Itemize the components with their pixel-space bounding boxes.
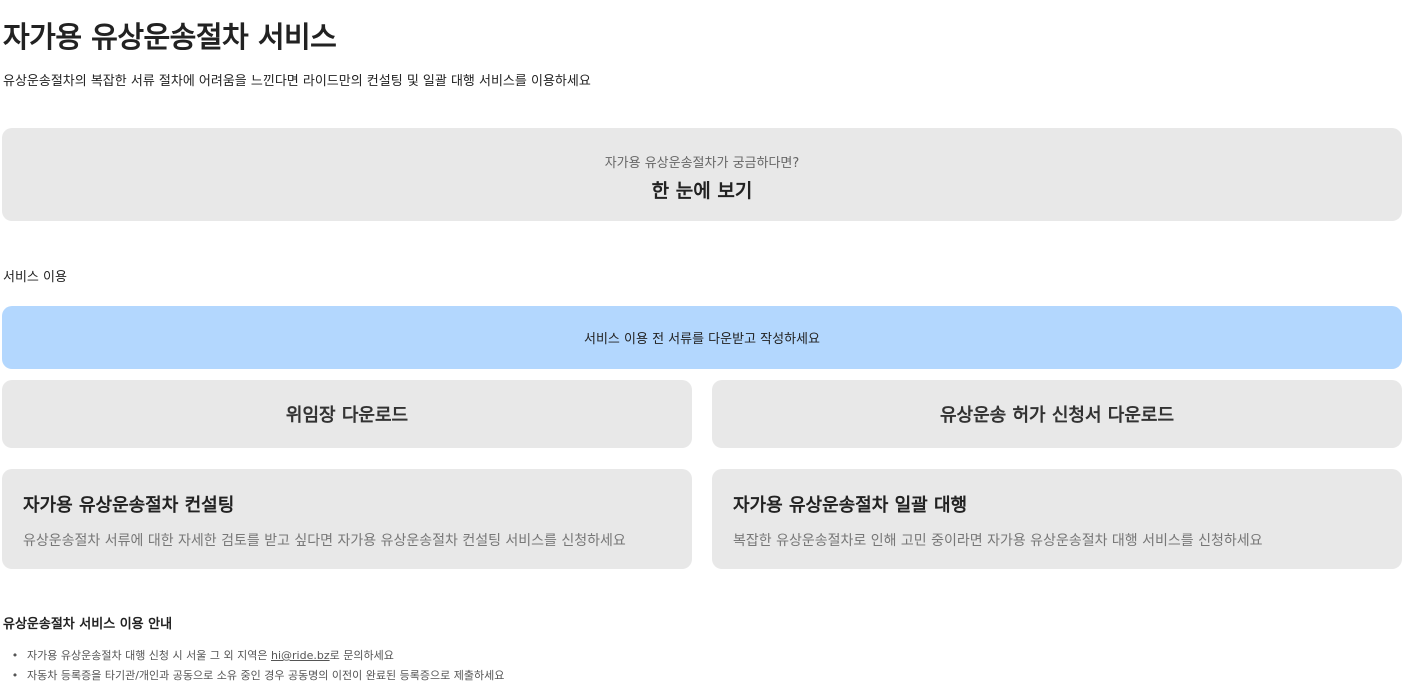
- guide-item: • 자가용 유상운송절차 대행 신청 시 서울 그 외 지역은 hi@ride.b…: [3, 646, 504, 666]
- bullet-icon: •: [11, 669, 19, 682]
- guide-item: • 자동차 등록증을 타기관/개인과 공동으로 소유 중인 경우 공동명의 이전이…: [3, 666, 505, 686]
- download-notice-bar: 서비스 이용 전 서류를 다운받고 작성하세요: [2, 306, 1402, 369]
- agency-service-title: 자가용 유상운송절차 일괄 대행: [733, 495, 968, 516]
- overview-cta-link[interactable]: 한 눈에 보기: [2, 176, 1402, 203]
- guide-item-text: 자동차 등록증을 타기관/개인과 공동으로 소유 중인 경우 공동명의 이전이 …: [27, 669, 505, 682]
- page-subtitle: 유상운송절차의 복잡한 서류 절차에 어려움을 느낀다면 라이드만의 컨설팅 및…: [3, 74, 591, 89]
- overview-card[interactable]: 자가용 유상운송절차가 궁금하다면? 한 눈에 보기: [2, 128, 1402, 221]
- guide-title: 유상운송절차 서비스 이용 안내: [3, 617, 173, 632]
- consulting-service-description: 유상운송절차 서류에 대한 자세한 검토를 받고 싶다면 자가용 유상운송절차 …: [23, 533, 626, 549]
- section-label-service: 서비스 이용: [3, 270, 67, 285]
- consulting-service-card[interactable]: 자가용 유상운송절차 컨설팅 유상운송절차 서류에 대한 자세한 검토를 받고 …: [2, 469, 692, 569]
- page: 자가용 유상운송절차 서비스 유상운송절차의 복잡한 서류 절차에 어려움을 느…: [0, 0, 1416, 699]
- power-of-attorney-download-button[interactable]: 위임장 다운로드: [2, 380, 692, 448]
- email-link[interactable]: hi@ride.bz: [271, 649, 330, 662]
- permit-application-download-button[interactable]: 유상운송 허가 신청서 다운로드: [712, 380, 1402, 448]
- bullet-icon: •: [11, 649, 19, 662]
- guide-item-text: 자가용 유상운송절차 대행 신청 시 서울 그 외 지역은: [27, 649, 271, 662]
- overview-question: 자가용 유상운송절차가 궁금하다면?: [604, 156, 800, 171]
- agency-service-card[interactable]: 자가용 유상운송절차 일괄 대행 복잡한 유상운송절차로 인해 고민 중이라면 …: [712, 469, 1402, 569]
- guide-item-text-suffix: 로 문의하세요: [329, 649, 394, 662]
- page-title: 자가용 유상운송절차 서비스: [3, 20, 337, 54]
- guide-list: • 자가용 유상운송절차 대행 신청 시 서울 그 외 지역은 hi@ride.b…: [3, 646, 505, 686]
- consulting-service-title: 자가용 유상운송절차 컨설팅: [23, 495, 235, 516]
- agency-service-description: 복잡한 유상운송절차로 인해 고민 중이라면 자가용 유상운송절차 대행 서비스…: [733, 533, 1263, 549]
